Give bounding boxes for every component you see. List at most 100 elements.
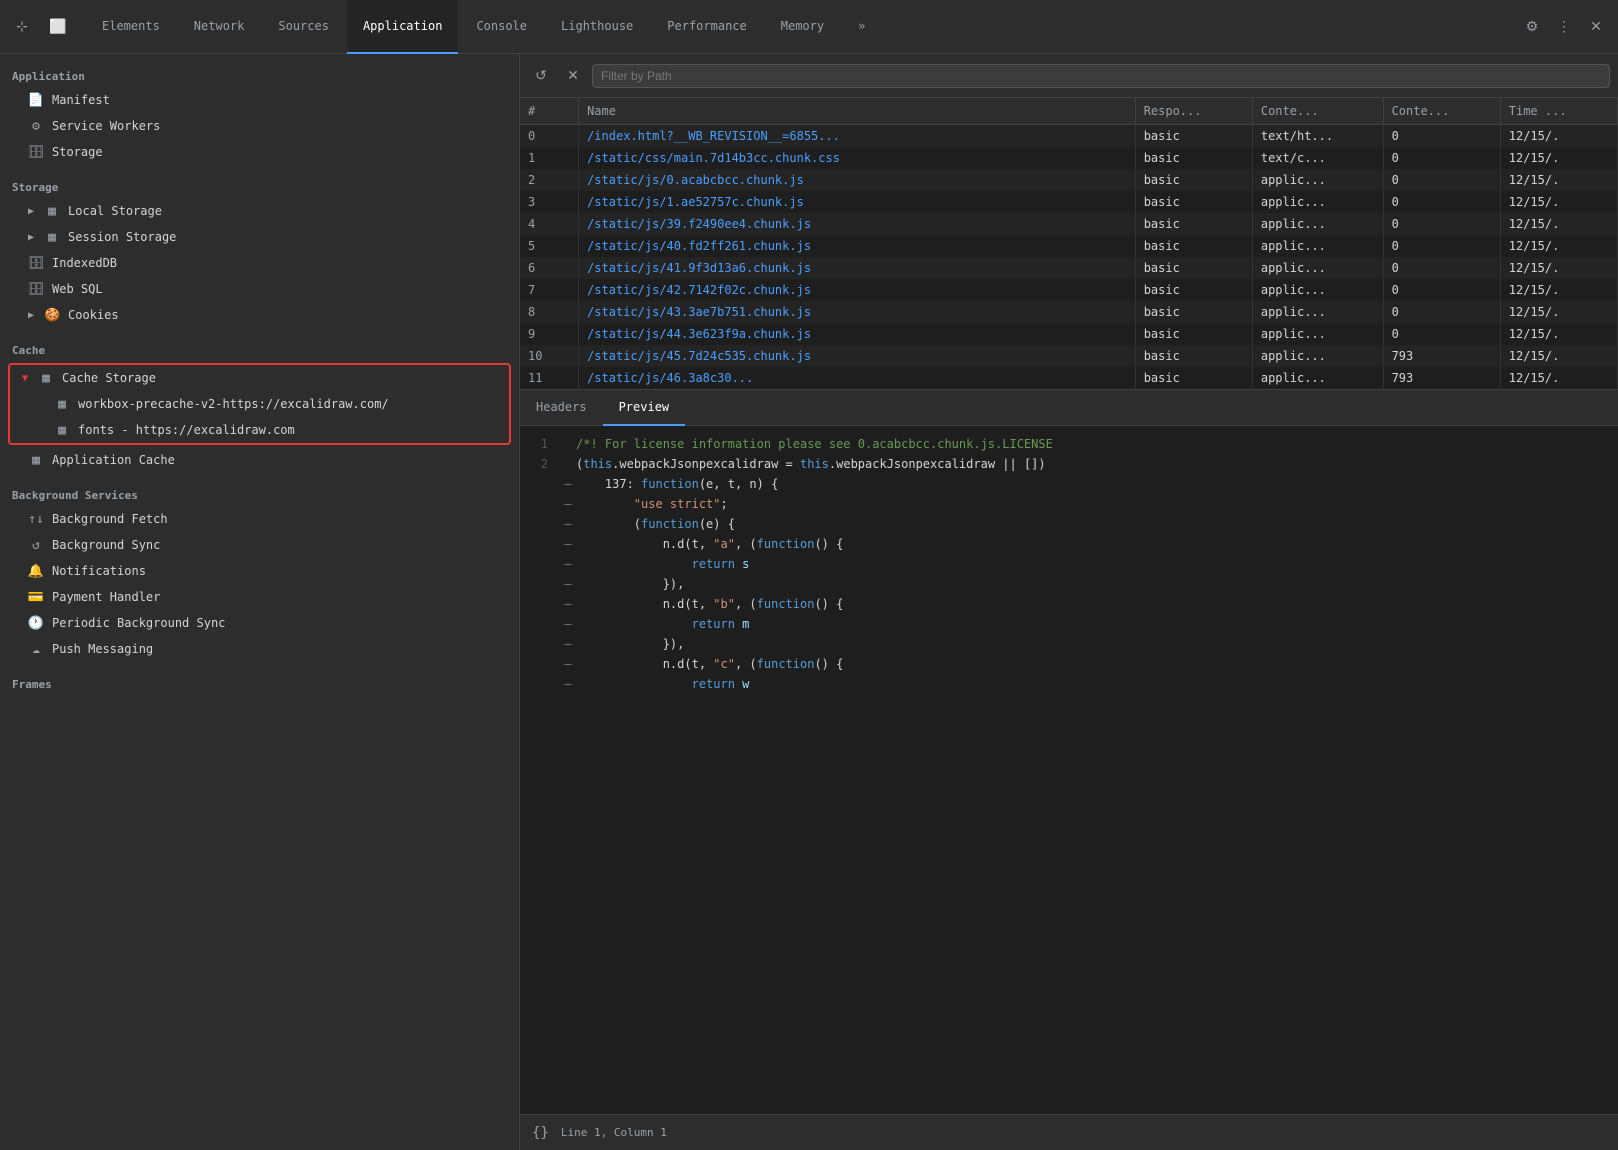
col-header-hash: #	[520, 98, 579, 125]
cell-resp: basic	[1135, 191, 1252, 213]
cache-storage-icon: ▦	[38, 370, 54, 386]
cell-resp: basic	[1135, 235, 1252, 257]
tab-lighthouse[interactable]: Lighthouse	[545, 0, 649, 54]
cell-resp: basic	[1135, 213, 1252, 235]
payment-handler-icon: 💳	[28, 589, 44, 605]
cell-resp: basic	[1135, 345, 1252, 367]
table-row[interactable]: 1 /static/css/main.7d14b3cc.chunk.css ba…	[520, 147, 1618, 169]
sidebar-item-cookies[interactable]: ▶ 🍪 Cookies	[0, 302, 519, 328]
sidebar-item-payment-handler[interactable]: 💳 Payment Handler	[0, 584, 519, 610]
table-row[interactable]: 11 /static/js/46.3a8c30... basic applic.…	[520, 367, 1618, 389]
sidebar-item-cache-child2[interactable]: ▦ fonts - https://excalidraw.com	[10, 417, 509, 443]
table-row[interactable]: 10 /static/js/45.7d24c535.chunk.js basic…	[520, 345, 1618, 367]
more-options-icon[interactable]: ⋮	[1550, 13, 1578, 41]
cell-cont1: applic...	[1252, 279, 1383, 301]
sidebar-item-push-messaging[interactable]: ☁ Push Messaging	[0, 636, 519, 662]
cell-time: 12/15/.	[1500, 235, 1617, 257]
table-scroll[interactable]: # Name Respo... Conte... Conte... Time .…	[520, 98, 1618, 389]
cell-hash: 10	[520, 345, 579, 367]
sidebar-item-web-sql[interactable]: 🗄 Web SQL	[0, 276, 519, 302]
code-line: – n.d(t, "a", (function() {	[520, 534, 1618, 554]
table-row[interactable]: 9 /static/js/44.3e623f9a.chunk.js basic …	[520, 323, 1618, 345]
line-content: (this.webpackJsonpexcalidraw = this.webp…	[576, 455, 1618, 473]
cell-resp: basic	[1135, 301, 1252, 323]
line-content: return s	[576, 555, 1618, 573]
status-text: Line 1, Column 1	[561, 1126, 667, 1139]
cell-hash: 2	[520, 169, 579, 191]
tab-elements[interactable]: Elements	[86, 0, 176, 54]
sidebar-item-cache-child1[interactable]: ▦ workbox-precache-v2-https://excalidraw…	[10, 391, 509, 417]
tab-performance[interactable]: Performance	[651, 0, 762, 54]
cell-cont1: applic...	[1252, 345, 1383, 367]
sidebar-item-bg-sync[interactable]: ↺ Background Sync	[0, 532, 519, 558]
cell-resp: basic	[1135, 125, 1252, 148]
code-panel: 1/*! For license information please see …	[520, 426, 1618, 1114]
sidebar-item-storage-main[interactable]: 🗄 Storage	[0, 139, 519, 165]
sidebar-item-service-workers[interactable]: ⚙ Service Workers	[0, 113, 519, 139]
table-row[interactable]: 4 /static/js/39.f2490ee4.chunk.js basic …	[520, 213, 1618, 235]
tab-application[interactable]: Application	[347, 0, 458, 54]
sidebar-item-notifications[interactable]: 🔔 Notifications	[0, 558, 519, 584]
session-storage-icon: ▦	[44, 229, 60, 245]
tab-headers[interactable]: Headers	[520, 390, 603, 426]
line-content: return w	[576, 675, 1618, 693]
main-layout: Application 📄 Manifest ⚙ Service Workers…	[0, 54, 1618, 1150]
storage-icon: 🗄	[28, 144, 44, 160]
cursor-icon[interactable]: ⊹	[8, 13, 36, 41]
line-content: (function(e) {	[576, 515, 1618, 533]
line-dash: –	[560, 675, 576, 693]
tab-preview[interactable]: Preview	[603, 390, 686, 426]
table-row[interactable]: 0 /index.html?__WB_REVISION__=6855... ba…	[520, 125, 1618, 148]
line-dash: –	[560, 635, 576, 653]
table-row[interactable]: 2 /static/js/0.acabcbcc.chunk.js basic a…	[520, 169, 1618, 191]
sidebar-item-manifest[interactable]: 📄 Manifest	[0, 87, 519, 113]
app-section-label: Application	[0, 62, 519, 87]
sidebar-item-local-storage[interactable]: ▶ ▦ Local Storage	[0, 198, 519, 224]
line-dash: –	[560, 615, 576, 633]
table-row[interactable]: 6 /static/js/41.9f3d13a6.chunk.js basic …	[520, 257, 1618, 279]
periodic-bg-sync-icon: 🕐	[28, 615, 44, 631]
table-row[interactable]: 8 /static/js/43.3ae7b751.chunk.js basic …	[520, 301, 1618, 323]
cell-time: 12/15/.	[1500, 257, 1617, 279]
expand-arrow-cache: ▼	[22, 373, 28, 384]
table-row[interactable]: 3 /static/js/1.ae52757c.chunk.js basic a…	[520, 191, 1618, 213]
bg-fetch-icon: ↑↓	[28, 511, 44, 527]
tab-more[interactable]: »	[842, 0, 881, 54]
tab-network[interactable]: Network	[178, 0, 261, 54]
notifications-icon: 🔔	[28, 563, 44, 579]
cell-name: /static/js/45.7d24c535.chunk.js	[579, 345, 1136, 367]
sidebar-item-indexeddb[interactable]: 🗄 IndexedDB	[0, 250, 519, 276]
sidebar-item-cache-storage[interactable]: ▼ ▦ Cache Storage	[10, 365, 509, 391]
code-line: – n.d(t, "b", (function() {	[520, 594, 1618, 614]
sidebar-item-session-storage[interactable]: ▶ ▦ Session Storage	[0, 224, 519, 250]
device-icon[interactable]: ⬜	[44, 13, 72, 41]
cell-hash: 3	[520, 191, 579, 213]
clear-button[interactable]: ✕	[560, 63, 586, 89]
tab-console[interactable]: Console	[460, 0, 543, 54]
sidebar-item-bg-fetch[interactable]: ↑↓ Background Fetch	[0, 506, 519, 532]
cell-name: /static/js/0.acabcbcc.chunk.js	[579, 169, 1136, 191]
tab-memory[interactable]: Memory	[765, 0, 840, 54]
expand-arrow-session: ▶	[28, 232, 34, 243]
filter-input[interactable]	[592, 64, 1610, 88]
cell-resp: basic	[1135, 323, 1252, 345]
sidebar-item-periodic-bg-sync[interactable]: 🕐 Periodic Background Sync	[0, 610, 519, 636]
table-row[interactable]: 7 /static/js/42.7142f02c.chunk.js basic …	[520, 279, 1618, 301]
sidebar-item-app-cache[interactable]: ▦ Application Cache	[0, 447, 519, 473]
tab-sources[interactable]: Sources	[262, 0, 345, 54]
cell-resp: basic	[1135, 279, 1252, 301]
table-header-row: # Name Respo... Conte... Conte... Time .…	[520, 98, 1618, 125]
code-line: 1/*! For license information please see …	[520, 434, 1618, 454]
refresh-button[interactable]: ↺	[528, 63, 554, 89]
cell-name: /static/js/42.7142f02c.chunk.js	[579, 279, 1136, 301]
cell-hash: 11	[520, 367, 579, 389]
col-header-cont2: Conte...	[1383, 98, 1500, 125]
settings-icon[interactable]: ⚙	[1518, 13, 1546, 41]
close-icon[interactable]: ✕	[1582, 13, 1610, 41]
cell-cont1: applic...	[1252, 257, 1383, 279]
table-row[interactable]: 5 /static/js/40.fd2ff261.chunk.js basic …	[520, 235, 1618, 257]
cell-resp: basic	[1135, 367, 1252, 389]
cell-cont1: applic...	[1252, 213, 1383, 235]
code-line: – "use strict";	[520, 494, 1618, 514]
cell-cont2: 0	[1383, 279, 1500, 301]
